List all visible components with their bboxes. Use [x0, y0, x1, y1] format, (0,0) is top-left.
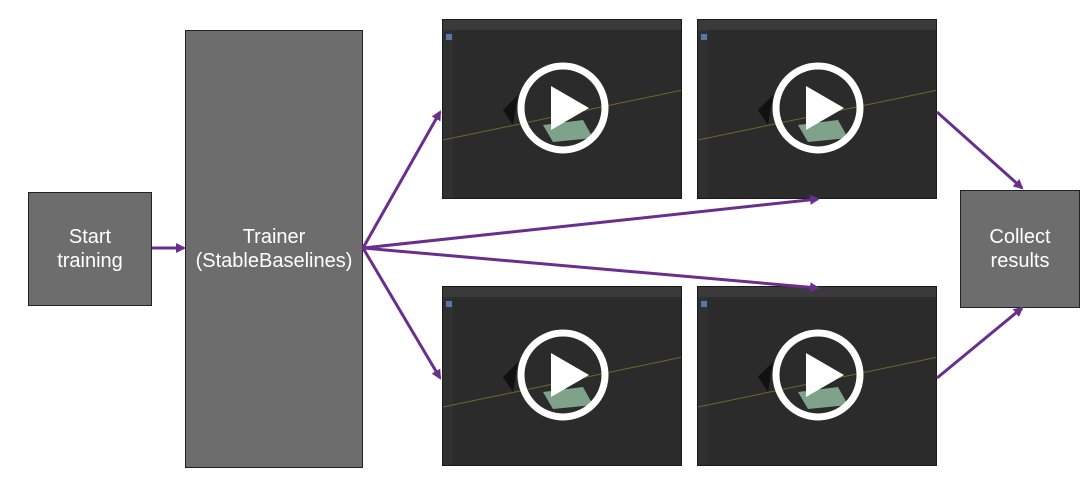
arrow-trainer-to-video-2: [362, 194, 820, 250]
start-training-node: Start training: [28, 192, 152, 306]
start-training-label: Start training: [57, 226, 123, 272]
video-thumbnail-bottom-right[interactable]: [697, 286, 937, 466]
trainer-label: Trainer (StableBaselines): [195, 226, 353, 272]
video-thumbnail-bottom-left[interactable]: [442, 286, 682, 466]
blender-viewport-icon: [698, 20, 936, 198]
trainer-node: Trainer (StableBaselines): [185, 30, 363, 468]
arrow-video-4-to-collect: [936, 306, 1024, 380]
blender-viewport-icon: [443, 287, 681, 465]
collect-results-node: Collect results: [960, 190, 1080, 308]
arrow-trainer-to-video-4: [362, 246, 820, 293]
video-thumbnail-top-left[interactable]: [442, 19, 682, 199]
blender-viewport-icon: [443, 20, 681, 198]
blender-viewport-icon: [698, 287, 936, 465]
arrow-trainer-to-video-3: [361, 247, 442, 380]
arrow-trainer-to-video-1: [361, 110, 442, 249]
video-thumbnail-top-right[interactable]: [697, 19, 937, 199]
arrow-video-2-to-collect: [936, 110, 1024, 190]
collect-results-label: Collect results: [989, 226, 1051, 272]
